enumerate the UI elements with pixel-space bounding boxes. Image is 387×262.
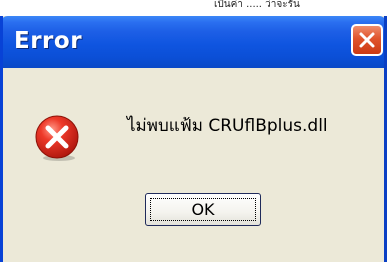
error-dialog: Error ไม่พบแฟ้ม CRUflBplus.dll OK [0, 16, 387, 262]
title-bar[interactable]: Error [3, 16, 384, 68]
error-message: ไม่พบแฟ้ม CRUflBplus.dll [127, 116, 328, 136]
background-text-fragment: เป็นค่า ..... ว่าจะรัน [214, 0, 300, 10]
error-icon [35, 115, 79, 161]
close-button[interactable] [351, 24, 383, 56]
ok-button[interactable]: OK [145, 193, 261, 226]
close-icon [359, 32, 375, 48]
dialog-body: ไม่พบแฟ้ม CRUflBplus.dll OK [3, 68, 384, 262]
dialog-title: Error [14, 28, 83, 54]
ok-button-label: OK [191, 200, 215, 219]
